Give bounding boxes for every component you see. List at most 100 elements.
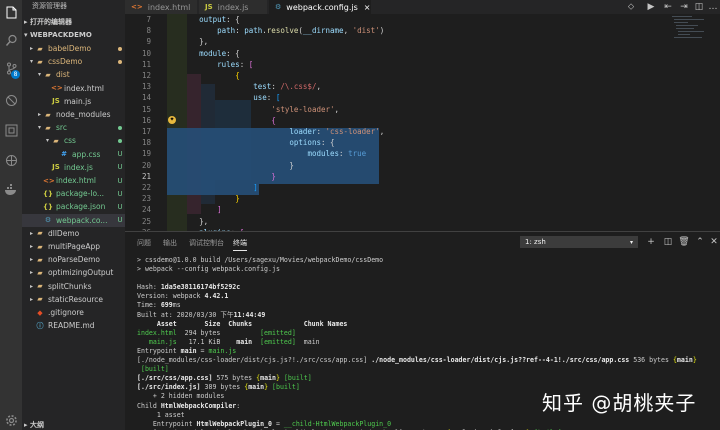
- terminal-token: > webpack --config webpack.config.js: [137, 265, 280, 274]
- tree-item[interactable]: ⚙ webpack.co... U: [22, 213, 125, 227]
- tab-index-js[interactable]: JS index.js: [199, 0, 267, 14]
- tree-item[interactable]: ▸ ▰ staticResource: [22, 293, 125, 306]
- kill-terminal-icon[interactable]: 🗑: [678, 236, 690, 248]
- tree-item[interactable]: ▸ ▰ babelDemo: [22, 42, 125, 55]
- editor-tab-bar: <> index.html JS index.js ⚙ webpack.config.js…: [125, 0, 720, 14]
- line-number: 23: [141, 194, 151, 204]
- run-icon[interactable]: ▶: [645, 1, 657, 13]
- close-icon[interactable]: ×: [364, 3, 371, 12]
- line-number: 20: [141, 160, 151, 170]
- gear-icon[interactable]: [3, 412, 19, 428]
- tree-item[interactable]: ▾ ▰ cssDemo: [22, 55, 125, 68]
- tree-item[interactable]: JS index.js U: [22, 161, 125, 174]
- code-line: 17 loader: 'css-loader',: [125, 126, 665, 137]
- code-line: 21 }: [125, 171, 665, 182]
- tree-item[interactable]: ▸ ▰ optimizingOutput: [22, 266, 125, 279]
- terminal-token: Asset Size Chunks Chunk Names: [137, 319, 348, 328]
- terminal-line: [built]: [137, 365, 717, 374]
- code-text: {: [181, 115, 276, 126]
- code-token: ,: [343, 26, 353, 36]
- split-editor-icon[interactable]: ◫: [693, 1, 705, 13]
- more-actions-icon[interactable]: …: [707, 1, 719, 13]
- tree-item[interactable]: ▸ ▰ node_modules: [22, 108, 125, 121]
- git-status-badge: U: [117, 176, 123, 185]
- terminal-select[interactable]: 1: zsh ▾: [520, 236, 638, 248]
- tree-item[interactable]: ▾ ▰ dist: [22, 68, 125, 81]
- code-text: }: [181, 171, 276, 182]
- code-text: loader: 'css-loader',: [181, 126, 384, 137]
- chevron-icon: ▸: [29, 229, 33, 237]
- tree-item[interactable]: ⓘ README.md: [22, 319, 125, 332]
- code-line: 16 {: [125, 115, 665, 126]
- line-number: 15: [141, 104, 151, 114]
- terminal-token: [./node_modules/css-loader/dist/cjs.js?!…: [137, 356, 372, 365]
- code-token: }: [289, 160, 294, 170]
- tree-item-label: src: [56, 123, 67, 133]
- tree-item[interactable]: ◆ .gitignore: [22, 306, 125, 319]
- split-terminal-icon[interactable]: ◫: [662, 236, 674, 248]
- line-number: 24: [141, 205, 151, 215]
- debug-icon[interactable]: [3, 92, 19, 108]
- line-number: 17: [141, 127, 151, 136]
- outline-section[interactable]: ▸ 大纲: [24, 420, 44, 430]
- git-status-dot: [118, 125, 122, 130]
- open-editors-section[interactable]: ▸ 打开的编辑器: [24, 17, 72, 27]
- close-panel-icon[interactable]: ✕: [708, 236, 720, 248]
- tree-item[interactable]: ▾ ▰ css: [22, 134, 125, 147]
- code-line: 20 }: [125, 160, 665, 171]
- extensions-icon[interactable]: [3, 122, 19, 138]
- tree-item[interactable]: ▸ ▰ noParseDemo: [22, 253, 125, 266]
- terminal-token: main: [676, 356, 693, 365]
- tree-item[interactable]: ▸ ▰ multiPageApp: [22, 240, 125, 253]
- go-back-icon[interactable]: ⇤: [662, 1, 674, 13]
- terminal-token: ./node_modules/css-loader/dist/cjs.js??r…: [371, 356, 630, 365]
- tree-item-label: node_modules: [56, 110, 111, 119]
- go-forward-icon[interactable]: ⇥: [678, 1, 690, 13]
- panel-tab-3[interactable]: 终端: [233, 238, 247, 251]
- tree-item[interactable]: # app.css U: [22, 148, 125, 161]
- git-status-dot: [118, 138, 122, 143]
- git-status-badge: [115, 137, 125, 145]
- code-line: 14 use: [: [125, 92, 665, 103]
- tree-item[interactable]: ▸ ▰ dllDemo: [22, 227, 125, 240]
- open-changes-icon[interactable]: ⬦: [625, 1, 637, 13]
- code-token: {: [235, 71, 240, 80]
- line-number: 21: [141, 171, 151, 181]
- line-number: 18: [141, 138, 151, 148]
- search-icon[interactable]: [3, 32, 19, 48]
- remote-explorer-icon[interactable]: [3, 152, 19, 168]
- tree-item[interactable]: ▸ ▰ splitChunks: [22, 280, 125, 293]
- folder-icon: ▰: [45, 110, 51, 119]
- new-terminal-icon[interactable]: +: [645, 236, 657, 248]
- maximize-panel-icon[interactable]: ⌃: [694, 236, 706, 248]
- panel-tab-0[interactable]: 问题: [137, 238, 151, 248]
- code-line: 7 output: {: [125, 14, 665, 25]
- code-editor[interactable]: ✦ 7 output: {8 path: path.resolve(__dirn…: [125, 14, 720, 231]
- code-text: rules: [: [181, 59, 253, 70]
- info-file-icon: ⓘ: [36, 321, 44, 330]
- line-number: 13: [141, 82, 151, 92]
- code-token: : {: [320, 138, 335, 148]
- tree-item[interactable]: {} package-lo... U: [22, 187, 125, 200]
- workspace-section[interactable]: ▾ WEBPACKDEMO: [24, 31, 92, 39]
- folder-icon: ▰: [45, 123, 51, 132]
- folder-icon: ▰: [37, 295, 43, 304]
- tree-item[interactable]: <> index.html: [22, 82, 125, 95]
- tree-item[interactable]: {} package.json U: [22, 200, 125, 213]
- files-icon[interactable]: [3, 4, 19, 20]
- minimap[interactable]: [670, 14, 714, 74]
- tree-item[interactable]: JS main.js: [22, 95, 125, 108]
- tree-item[interactable]: <> index.html U: [22, 174, 125, 187]
- tree-item[interactable]: ▾ ▰ src: [22, 121, 125, 134]
- tab-label: index.js: [217, 2, 249, 12]
- docker-icon[interactable]: [3, 182, 19, 198]
- tab-index-html[interactable]: <> index.html: [125, 0, 197, 14]
- tab-webpack-config-js[interactable]: ⚙ webpack.config.js ×: [269, 0, 371, 14]
- panel-tab-1[interactable]: 输出: [163, 238, 177, 248]
- chevron-down-icon: ▾: [629, 239, 633, 246]
- panel-tab-2[interactable]: 调试控制台: [189, 238, 224, 248]
